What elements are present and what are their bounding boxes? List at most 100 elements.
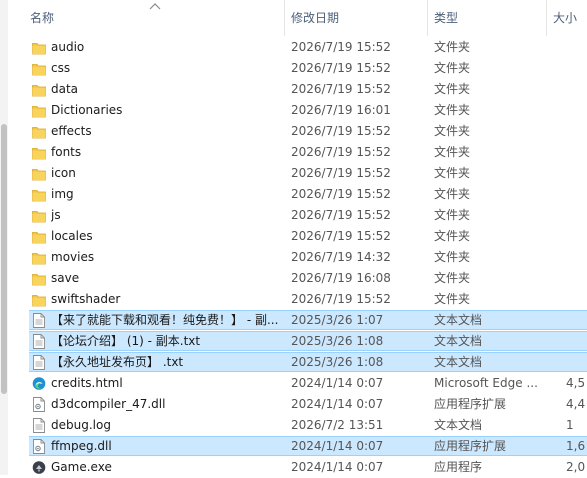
file-type: 文件夹 bbox=[434, 103, 471, 117]
file-date-modified: 2026/7/19 15:52 bbox=[291, 208, 391, 222]
file-row[interactable]: fonts 2026/7/19 15:52 文件夹 bbox=[8, 142, 587, 163]
file-date-modified: 2026/7/19 15:52 bbox=[291, 187, 391, 201]
file-name: 【永久地址发布页】 .txt bbox=[51, 355, 184, 369]
file-date-modified: 2025/3/26 1:08 bbox=[291, 355, 384, 369]
file-name: movies bbox=[51, 250, 95, 264]
file-row[interactable]: ffmpeg.dll 2024/1/14 0:07 应用程序扩展 1,6 bbox=[8, 436, 587, 457]
folder-icon bbox=[32, 145, 46, 160]
file-name: debug.log bbox=[51, 418, 111, 432]
column-type-label: 类型 bbox=[434, 11, 459, 25]
dll-file-icon bbox=[32, 439, 46, 454]
file-row[interactable]: locales 2026/7/19 15:52 文件夹 bbox=[8, 226, 587, 247]
file-type: 文件夹 bbox=[434, 82, 471, 96]
folder-icon bbox=[32, 208, 46, 223]
file-row[interactable]: debug.log 2026/7/2 13:51 文本文档 1 bbox=[8, 415, 587, 436]
file-type: Microsoft Edge ... bbox=[434, 376, 538, 390]
folder-icon bbox=[32, 292, 46, 307]
column-date-label: 修改日期 bbox=[291, 11, 340, 25]
folder-icon bbox=[32, 124, 46, 139]
column-header: 名称 修改日期 类型 大小 bbox=[8, 0, 587, 36]
file-name: effects bbox=[51, 124, 92, 138]
column-date-modified[interactable]: 修改日期 bbox=[284, 0, 427, 36]
file-type: 文件夹 bbox=[434, 40, 471, 54]
file-size bbox=[566, 58, 587, 79]
column-name-label: 名称 bbox=[30, 11, 55, 25]
file-row[interactable]: d3dcompiler_47.dll 2024/1/14 0:07 应用程序扩展 4,… bbox=[8, 394, 587, 415]
file-row[interactable]: 【来了就能下载和观看！纯免费！】 - 副... 2025/3/26 1:07 文本文… bbox=[8, 310, 587, 331]
file-row[interactable]: Dictionaries 2026/7/19 16:01 文件夹 bbox=[8, 100, 587, 121]
file-date-modified: 2026/7/19 14:32 bbox=[291, 250, 391, 264]
file-date-modified: 2024/1/14 0:07 bbox=[291, 439, 384, 453]
file-size: 1,6 bbox=[566, 439, 586, 453]
file-size bbox=[566, 268, 587, 289]
folder-icon bbox=[32, 187, 46, 202]
file-type: 文件夹 bbox=[434, 250, 471, 264]
text-file-icon bbox=[32, 334, 46, 349]
file-type: 文件夹 bbox=[434, 145, 471, 159]
file-row[interactable]: data 2026/7/19 15:52 文件夹 bbox=[8, 79, 587, 100]
file-type: 文本文档 bbox=[434, 355, 483, 369]
file-row[interactable]: icon 2026/7/19 15:52 文件夹 bbox=[8, 163, 587, 184]
file-date-modified: 2026/7/19 16:08 bbox=[291, 271, 391, 285]
file-row[interactable]: 【论坛介绍】 (1) - 副本.txt 2025/3/26 1:08 文本文档 bbox=[8, 331, 587, 352]
file-name: ffmpeg.dll bbox=[51, 439, 112, 453]
file-row[interactable]: js 2026/7/19 15:52 文件夹 bbox=[8, 205, 587, 226]
file-size bbox=[566, 79, 587, 100]
file-row[interactable]: save 2026/7/19 16:08 文件夹 bbox=[8, 268, 587, 289]
file-date-modified: 2025/3/26 1:08 bbox=[291, 334, 384, 348]
file-row[interactable]: css 2026/7/19 15:52 文件夹 bbox=[8, 58, 587, 79]
edge-icon bbox=[32, 376, 46, 391]
file-name: 【来了就能下载和观看！纯免费！】 - 副... bbox=[51, 313, 279, 327]
file-size bbox=[566, 289, 587, 310]
folder-icon bbox=[32, 61, 46, 76]
file-name: 【论坛介绍】 (1) - 副本.txt bbox=[51, 334, 201, 348]
file-type: 文本文档 bbox=[434, 334, 483, 348]
file-row[interactable]: 【永久地址发布页】 .txt 2025/3/26 1:08 文本文档 bbox=[8, 352, 587, 373]
file-row[interactable]: swiftshader 2026/7/19 15:52 文件夹 bbox=[8, 289, 587, 310]
column-name[interactable]: 名称 bbox=[24, 0, 284, 36]
file-type: 应用程序扩展 bbox=[434, 397, 507, 411]
text-file-icon bbox=[32, 355, 46, 370]
file-date-modified: 2024/1/14 0:07 bbox=[291, 376, 384, 390]
file-name: save bbox=[51, 271, 80, 285]
file-size bbox=[566, 142, 587, 163]
file-name: fonts bbox=[51, 145, 82, 159]
file-name: Dictionaries bbox=[51, 103, 123, 117]
file-size bbox=[566, 352, 587, 373]
folder-icon bbox=[32, 82, 46, 97]
file-date-modified: 2026/7/19 15:52 bbox=[291, 229, 391, 243]
file-size bbox=[566, 205, 587, 226]
file-size bbox=[566, 310, 587, 331]
file-list: audio 2026/7/19 15:52 文件夹 css 2026/7/19 15:5… bbox=[8, 37, 587, 478]
file-date-modified: 2024/1/14 0:07 bbox=[291, 397, 384, 411]
column-type[interactable]: 类型 bbox=[427, 0, 546, 36]
file-date-modified: 2026/7/2 13:51 bbox=[291, 418, 384, 432]
column-size[interactable]: 大小 bbox=[546, 0, 587, 36]
file-size bbox=[566, 184, 587, 205]
file-row[interactable]: img 2026/7/19 15:52 文件夹 bbox=[8, 184, 587, 205]
game-exe-icon bbox=[32, 460, 46, 475]
folder-icon bbox=[32, 166, 46, 181]
file-row[interactable]: effects 2026/7/19 15:52 文件夹 bbox=[8, 121, 587, 142]
file-row[interactable]: audio 2026/7/19 15:52 文件夹 bbox=[8, 37, 587, 58]
text-file-icon bbox=[32, 313, 46, 328]
file-date-modified: 2026/7/19 15:52 bbox=[291, 124, 391, 138]
file-size bbox=[566, 331, 587, 352]
file-size: 4,5 bbox=[566, 376, 586, 390]
file-row[interactable]: credits.html 2024/1/14 0:07 Microsoft Edge… bbox=[8, 373, 587, 394]
file-date-modified: 2026/7/19 15:52 bbox=[291, 292, 391, 306]
file-date-modified: 2026/7/19 15:52 bbox=[291, 40, 391, 54]
file-name: img bbox=[51, 187, 74, 201]
file-name: data bbox=[51, 82, 79, 96]
file-name: icon bbox=[51, 166, 76, 180]
folder-icon bbox=[32, 40, 46, 55]
vertical-scrollbar[interactable] bbox=[0, 0, 8, 475]
scrollbar-thumb[interactable] bbox=[1, 124, 7, 394]
file-row[interactable]: movies 2026/7/19 14:32 文件夹 bbox=[8, 247, 587, 268]
file-name: swiftshader bbox=[51, 292, 121, 306]
column-size-label: 大小 bbox=[553, 11, 578, 25]
file-type: 文件夹 bbox=[434, 229, 471, 243]
file-type: 文件夹 bbox=[434, 61, 471, 75]
folder-icon bbox=[32, 229, 46, 244]
file-date-modified: 2026/7/19 15:52 bbox=[291, 145, 391, 159]
